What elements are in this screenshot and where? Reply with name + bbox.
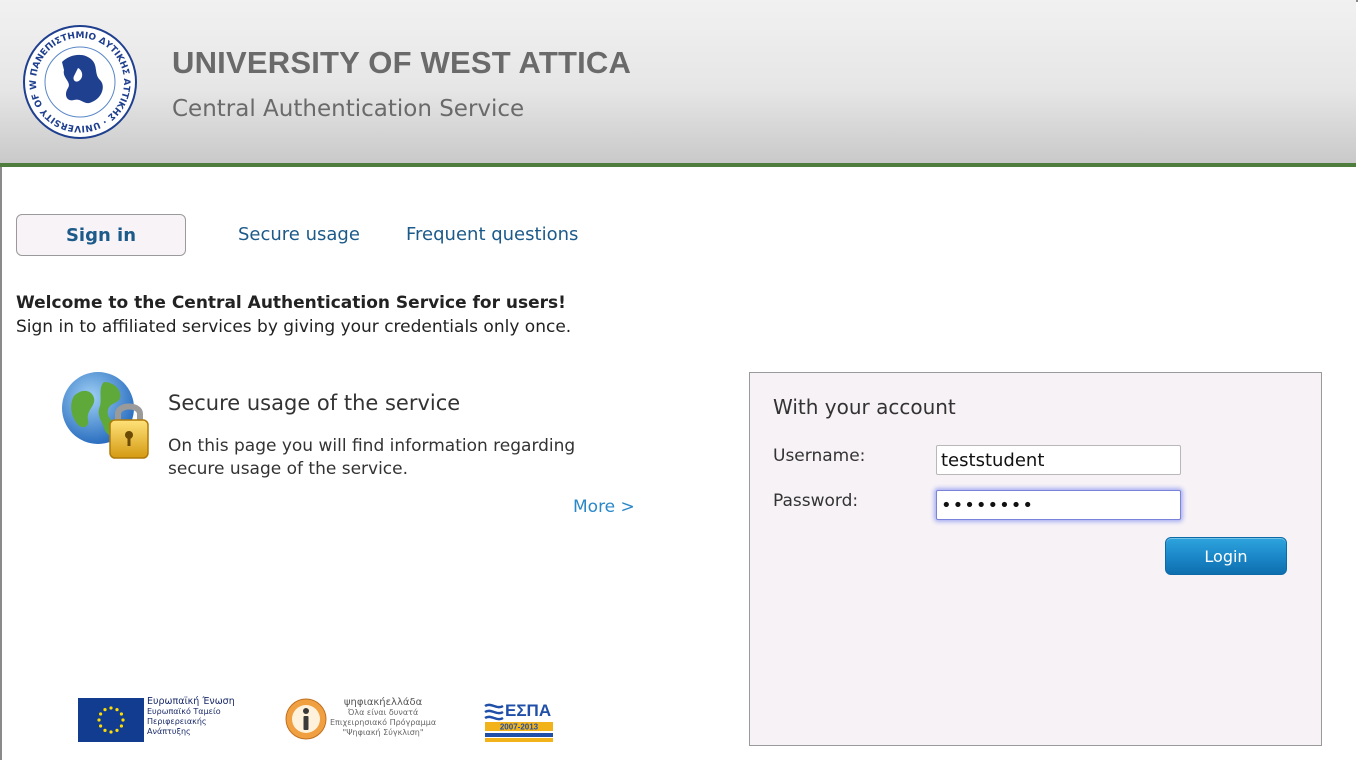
digital-greece-line: "Ψηφιακή Σύγκλιση" [342,728,424,737]
digital-greece-brand: ψηφιακήελλάδα [343,697,423,708]
svg-text:ΕΣΠΑ: ΕΣΠΑ [505,701,551,720]
globe-lock-icon [62,372,149,459]
site-header: ΠΑΝΕΠΙΣΤΗΜΙΟ ΔΥΤΙΚΗΣ ΑΤΤΙΚΗΣ · UNIVERSIT… [0,0,1356,167]
login-heading: With your account [773,395,956,419]
password-input[interactable] [936,490,1181,520]
digital-greece-logo-icon [285,698,327,740]
secure-usage-title: Secure usage of the service [168,391,461,415]
site-subtitle: Central Authentication Service [172,96,525,122]
more-link[interactable]: More > [573,497,635,517]
digital-greece-line: Όλα είναι δυνατά [347,708,419,717]
eu-text-line: Ευρωπαϊκή Ένωση [147,696,235,707]
eu-flag-icon [78,698,144,742]
digital-greece-text: ψηφιακήελλάδα Όλα είναι δυνατά Επιχειρησ… [330,698,436,738]
secure-usage-description: On this page you will find information r… [168,436,576,479]
digital-greece-line: Επιχειρησιακό Πρόγραμμα [330,718,437,727]
eu-text-line: Ανάπτυξης [147,727,191,736]
tab-sign-in[interactable]: Sign in [16,214,186,256]
login-button[interactable]: Login [1165,537,1287,575]
username-label: Username: [773,446,866,466]
welcome-text: Sign in to affiliated services by giving… [16,317,572,337]
tab-frequent-questions[interactable]: Frequent questions [406,224,578,245]
eu-text-line: Ευρωπαϊκό Ταμείο [147,707,221,716]
welcome-title: Welcome to the Central Authentication Se… [16,293,566,313]
username-input[interactable] [936,445,1181,475]
password-label: Password: [773,491,859,511]
espa-logo-icon: ΕΣΠΑ 2007-2013 [484,701,553,742]
university-seal-icon: ΠΑΝΕΠΙΣΤΗΜΙΟ ΔΥΤΙΚΗΣ ΑΤΤΙΚΗΣ · UNIVERSIT… [22,24,137,139]
site-title: UNIVERSITY OF WEST ATTICA [172,45,632,80]
eu-text-line: Περιφερειακής [147,717,207,726]
login-panel: With your account Username: Password: Lo… [749,372,1322,746]
eu-text: Ευρωπαϊκή Ένωση Ευρωπαϊκό Ταμείο Περιφερ… [147,697,235,737]
svg-text:2007-2013: 2007-2013 [500,723,539,732]
tab-secure-usage[interactable]: Secure usage [238,224,360,245]
